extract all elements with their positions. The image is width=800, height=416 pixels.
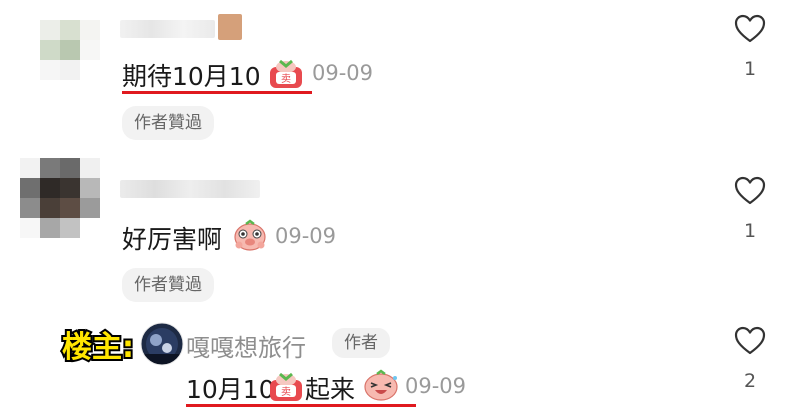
svg-text:卖: 卖 xyxy=(281,386,291,398)
comment-time: 09-09 xyxy=(405,374,467,398)
highlight-underline xyxy=(122,91,312,94)
author-liked-chip: 作者贊過 xyxy=(122,268,214,302)
comment-text-part2: 起来 xyxy=(305,375,356,404)
mai-sticker: 卖 xyxy=(270,59,302,88)
pig-cheering-sticker xyxy=(234,219,266,251)
svg-text:卖: 卖 xyxy=(281,73,291,85)
pig-laughing-sticker xyxy=(364,369,398,401)
author-badge: 作者 xyxy=(332,328,390,358)
like-button[interactable]: 1 xyxy=(730,14,770,80)
username-blurred-icon xyxy=(218,14,242,40)
op-tag: 楼主: xyxy=(60,328,136,367)
heart-icon[interactable] xyxy=(734,326,766,356)
comment-text: 期待10月10 xyxy=(122,62,261,91)
comment-time: 09-09 xyxy=(275,224,337,248)
highlight-underline xyxy=(186,404,416,407)
like-count: 2 xyxy=(743,370,757,392)
comment-text-part1: 10月10 xyxy=(186,375,275,404)
heart-icon[interactable] xyxy=(734,14,766,44)
avatar[interactable] xyxy=(140,322,184,366)
like-count: 1 xyxy=(743,220,757,242)
avatar[interactable] xyxy=(40,20,100,80)
username-blurred[interactable] xyxy=(120,20,215,38)
username-blurred[interactable] xyxy=(120,180,260,198)
mai-sticker: 卖 xyxy=(270,372,302,401)
comment-text: 好厉害啊 xyxy=(122,225,223,254)
avatar[interactable] xyxy=(20,158,100,238)
like-button[interactable]: 1 xyxy=(730,176,770,242)
author-liked-chip: 作者贊過 xyxy=(122,106,214,140)
like-count: 1 xyxy=(743,58,757,80)
heart-icon[interactable] xyxy=(734,176,766,206)
username[interactable]: 嘎嘎想旅行 xyxy=(186,328,306,363)
like-button[interactable]: 2 xyxy=(730,326,770,392)
comment-time: 09-09 xyxy=(312,61,374,85)
